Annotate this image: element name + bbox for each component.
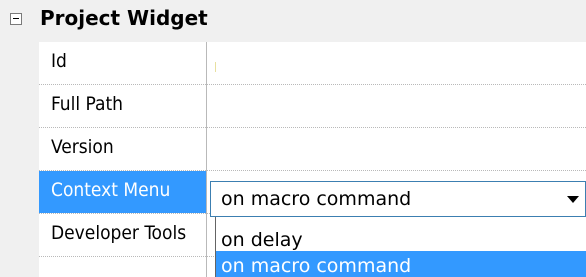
context-menu-dropdown-list: on delay on macro command — [215, 217, 586, 277]
column-separator[interactable] — [206, 42, 207, 277]
category-title: Project Widget — [40, 6, 208, 30]
property-grid: Project Widget Id Full Path Version Cont… — [0, 0, 586, 277]
dropdown-arrow-icon[interactable] — [567, 196, 579, 203]
context-menu-combobox[interactable]: on macro command — [210, 181, 586, 217]
dropdown-option-highlighted[interactable]: on macro command — [216, 251, 586, 277]
property-label: Id — [51, 50, 67, 72]
collapse-icon[interactable] — [10, 13, 22, 25]
property-label: Developer Tools — [51, 222, 187, 244]
property-row-version[interactable]: Version — [39, 128, 586, 171]
property-row-id[interactable]: Id — [39, 42, 586, 85]
category-header[interactable]: Project Widget — [0, 0, 586, 42]
property-label: Version — [51, 136, 114, 158]
dropdown-option[interactable]: on delay — [216, 225, 586, 251]
combobox-value: on macro command — [221, 188, 412, 210]
property-label: Full Path — [51, 93, 124, 115]
property-row-full-path[interactable]: Full Path — [39, 85, 586, 128]
property-label: Context Menu — [51, 179, 171, 201]
id-value-cursor — [215, 62, 216, 72]
